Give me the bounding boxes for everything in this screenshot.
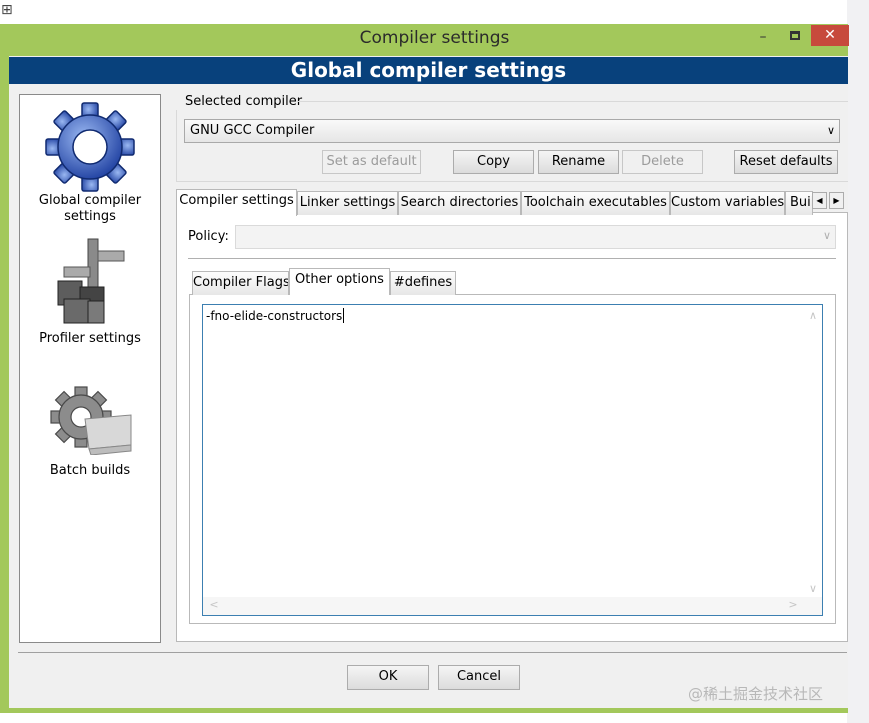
settings-sidebar: Global compiler settings Profiler settin… bbox=[19, 94, 161, 643]
group-divider bbox=[298, 101, 848, 102]
horizontal-scrollbar[interactable]: < > bbox=[203, 597, 822, 615]
ok-button[interactable]: OK bbox=[347, 665, 429, 690]
policy-select[interactable]: ∨ bbox=[235, 225, 836, 249]
tab-compiler-flags[interactable]: Compiler Flags bbox=[192, 271, 289, 295]
sidebar-item-label: Profiler settings bbox=[39, 331, 141, 346]
tab-search-directories[interactable]: Search directories bbox=[398, 191, 521, 215]
background-strip bbox=[847, 0, 869, 723]
policy-label: Policy: bbox=[188, 229, 229, 244]
sidebar-item-profiler[interactable]: Profiler settings bbox=[20, 237, 160, 352]
other-options-textarea[interactable] bbox=[202, 304, 823, 616]
banner-title: Global compiler settings bbox=[9, 57, 848, 84]
rename-button[interactable]: Rename bbox=[538, 150, 619, 174]
compiler-select-value: GNU GCC Compiler bbox=[190, 123, 315, 138]
scroll-up-icon: ∧ bbox=[808, 309, 818, 322]
gear-stack-icon bbox=[50, 386, 132, 455]
tab-linker-settings[interactable]: Linker settings bbox=[297, 191, 398, 215]
tab-scroll-left-button[interactable]: ◀ bbox=[812, 192, 827, 209]
other-options-text: -fno-elide-constructors bbox=[206, 309, 343, 323]
cancel-button[interactable]: Cancel bbox=[438, 665, 520, 690]
selected-compiler-label: Selected compiler bbox=[185, 94, 303, 109]
maximize-icon bbox=[790, 31, 800, 40]
policy-divider bbox=[188, 258, 836, 259]
sidebar-item-batch-builds[interactable]: Batch builds bbox=[20, 385, 160, 485]
tab-build-options[interactable]: Build options bbox=[785, 191, 813, 215]
watermark: @稀土掘金技术社区 bbox=[688, 685, 824, 703]
caliper-icon bbox=[57, 238, 125, 324]
copy-button[interactable]: Copy bbox=[453, 150, 534, 174]
compiler-select[interactable]: GNU GCC Compiler ∨ bbox=[184, 119, 840, 143]
footer-divider bbox=[18, 652, 847, 653]
delete-button[interactable]: Delete bbox=[622, 150, 703, 174]
set-as-default-button[interactable]: Set as default bbox=[322, 150, 421, 174]
reset-defaults-button[interactable]: Reset defaults bbox=[734, 150, 838, 174]
sidebar-item-label: Batch builds bbox=[49, 463, 131, 478]
gear-icon bbox=[45, 102, 135, 192]
close-button[interactable]: ✕ bbox=[811, 25, 849, 46]
scroll-right-icon: > bbox=[788, 598, 798, 611]
tab-custom-variables[interactable]: Custom variables bbox=[670, 191, 785, 215]
sidebar-item-label: Global compiler bbox=[38, 193, 142, 208]
sidebar-item-label: settings bbox=[64, 209, 116, 224]
tab-toolchain-executables[interactable]: Toolchain executables bbox=[521, 191, 670, 215]
sidebar-item-global-compiler[interactable]: Global compiler settings bbox=[20, 97, 160, 227]
scroll-down-icon: ∨ bbox=[808, 582, 818, 595]
scroll-left-icon: < bbox=[209, 598, 219, 611]
window-title: Compiler settings bbox=[359, 28, 510, 48]
tab-scroll-right-button[interactable]: ▶ bbox=[829, 192, 844, 209]
tab-compiler-settings[interactable]: Compiler settings bbox=[176, 189, 297, 216]
chevron-down-icon: ∨ bbox=[822, 229, 831, 242]
text-caret bbox=[343, 308, 344, 323]
move-icon: ⊞ bbox=[1, 2, 13, 18]
chevron-down-icon: ∨ bbox=[826, 124, 835, 137]
maximize-button[interactable] bbox=[784, 28, 808, 46]
tab-defines[interactable]: #defines bbox=[390, 271, 456, 295]
vertical-scrollbar[interactable]: ∧ ∨ bbox=[804, 305, 822, 597]
tab-other-options[interactable]: Other options bbox=[289, 268, 390, 295]
minimize-button[interactable]: – bbox=[750, 30, 776, 48]
